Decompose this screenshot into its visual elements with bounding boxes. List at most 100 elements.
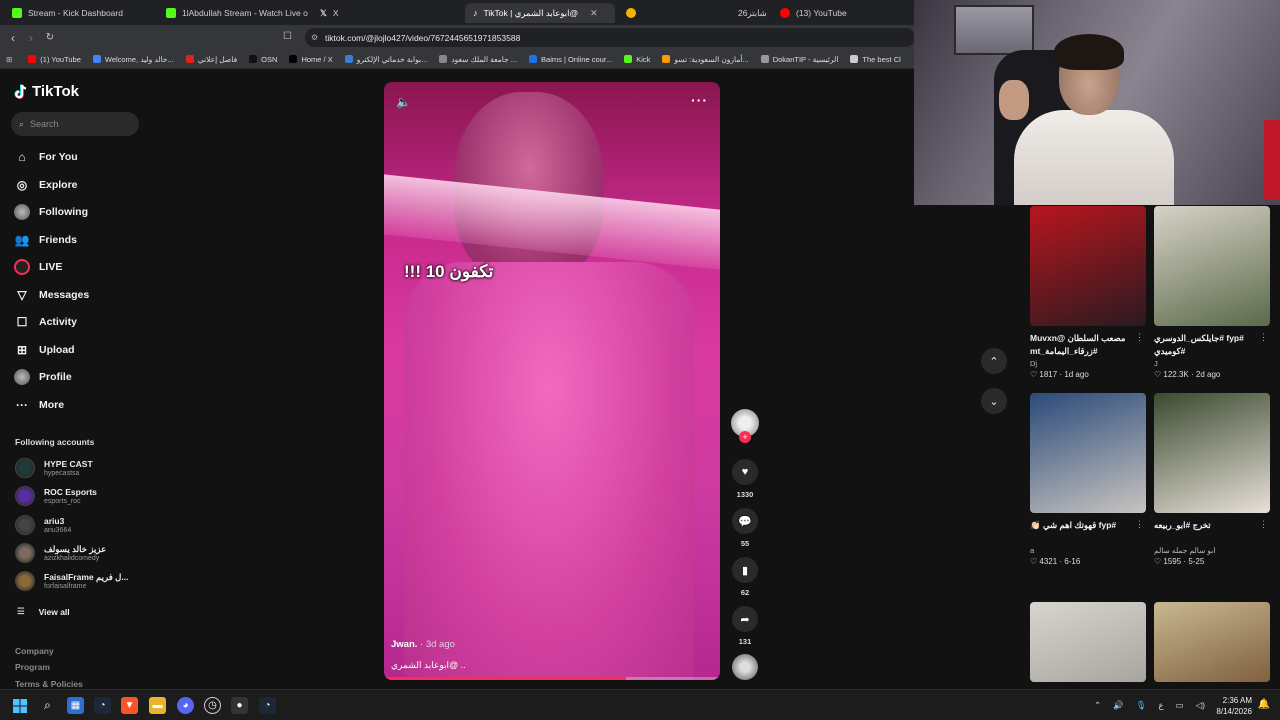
more-options-icon[interactable]: ··· [691,92,708,108]
video-card[interactable]: مصعب السلطان @Muvxn #زرقاء_اليمامة_mt ⋮ Dj… [1030,206,1146,379]
card-more-icon[interactable]: ⋮ [1135,332,1144,343]
footer-link-program[interactable]: Program [15,662,50,672]
bookmark-item[interactable]: (1) YouTube [22,55,87,64]
gallery-app-icon[interactable]: ▦ [67,697,84,714]
account-name: عزيز خالد يسولف [44,543,107,554]
video-thumbnail[interactable] [1154,206,1270,326]
bookmark-item[interactable]: بوابة خدماتي الإلكترو... [339,55,434,64]
reload-icon[interactable]: ↻ [43,32,57,43]
apps-grid-icon[interactable]: ⊞ [0,55,22,64]
tab-kick-stream[interactable]: 1lAbdullah Stream - Watch Live on K [158,3,308,23]
video-card[interactable]: #fyp قهوتك اهم شي 👏🏻 ⋮ a ♡ 4321 · 6-16 [1030,393,1146,566]
search-icon[interactable]: ⌕ [39,697,56,714]
volume-icon[interactable]: ◁) [1196,700,1205,711]
following-account[interactable]: ariu3 ariu3664 [15,515,71,535]
bookmark-icon[interactable]: ☐ [283,31,292,42]
steam-icon-2[interactable]: ◔ [259,697,276,714]
nav-item-explore[interactable]: ◎ Explore [14,177,78,193]
tab-youtube[interactable]: (13) YouTube [772,3,912,23]
nav-item-upload[interactable]: ⊞ Upload [14,342,75,358]
video-card[interactable]: #fyp #جايلكس_الدوسري #كوميدي ⋮ J ♡ 122.3K ·… [1154,206,1270,379]
bookmark-item[interactable]: OSN [243,55,283,64]
nav-item-following[interactable]: Following [14,204,88,220]
bookmark-item[interactable]: جامعة الملك سعود ... [433,55,523,64]
forward-icon[interactable]: › [24,31,38,45]
video-progress-bar[interactable] [384,677,720,680]
bookmark-item[interactable]: Home / X [283,55,338,64]
video-thumbnail[interactable] [1030,206,1146,326]
bookmark-item[interactable]: Baims | Online cour... [523,55,618,64]
video-card[interactable]: تخرج #ابو_ربيعه ⋮ ابو سالم جمله سالم ♡ 1595… [1154,393,1270,566]
tiktok-logo[interactable]: TikTok [14,83,79,100]
following-account[interactable]: HYPE CAST hypecastsa [15,458,93,478]
creator-avatar-button[interactable]: + [729,409,761,443]
steam-icon[interactable]: ◔ [94,697,111,714]
streamer-torso [1014,110,1174,205]
tab-chapter[interactable]: شابتر26 [730,3,772,23]
nav-item-live[interactable]: LIVE [14,259,62,275]
back-icon[interactable]: ‹ [6,31,20,45]
sound-disc-button[interactable] [729,654,761,680]
card-age: 5-25 [1188,557,1205,566]
save-button[interactable]: ▮ 62 [729,557,761,597]
bookmark-item[interactable]: Welcome, خالد وليد... [87,55,180,64]
windows-start-icon[interactable] [11,697,28,714]
video-author[interactable]: Jwan. · 3d ago [391,639,455,650]
language-indicator[interactable]: ع [1159,700,1164,711]
nav-item-profile[interactable]: Profile [14,369,72,385]
discord-icon[interactable]: ◕ [177,697,194,714]
network-icon[interactable]: ▭ [1176,700,1184,711]
next-video-button[interactable]: ⌄ [981,388,1007,414]
view-all-button[interactable]: ☰ View all [17,606,70,617]
comment-button[interactable]: 💬 55 [729,508,761,548]
volume-icon[interactable]: 🔈 [396,95,411,109]
obs-icon[interactable]: ● [231,697,248,714]
video-thumbnail[interactable] [1154,393,1270,513]
site-info-icon[interactable]: ⚙ [311,33,318,42]
search-input[interactable]: ⌕ Search [11,112,139,136]
system-clock[interactable]: 2:36 AM 8/14/2026 [1216,695,1252,717]
previous-video-button[interactable]: ⌃ [981,348,1007,374]
video-thumbnail[interactable] [1154,602,1270,682]
bookmark-item[interactable]: أمازون السعودية: تسو... [656,55,754,64]
following-account[interactable]: FaisalFrame ل فريم... forfaisalframe [15,571,128,591]
video-card[interactable] [1030,602,1146,682]
bookmark-item[interactable]: فاصل إعلاني [180,55,243,64]
video-card[interactable] [1154,602,1270,682]
video-thumbnail[interactable] [1030,602,1146,682]
card-more-icon[interactable]: ⋮ [1135,519,1144,530]
tab-tiktok[interactable]: ♪ TikTok | ابوعابد الشمري@ ✕ [465,3,615,23]
bookmark-item[interactable]: Kick [618,55,656,64]
tab-kick-dashboard[interactable]: Stream - Kick Dashboard [4,3,154,23]
nav-item-activity[interactable]: ☐ Activity [14,314,77,330]
card-more-icon[interactable]: ⋮ [1259,332,1268,343]
video-player[interactable]: 🔈 ··· تكفون 10 !!! Jwan. · 3d ago ابوعاب… [384,82,720,680]
footer-link-company[interactable]: Company [15,646,54,656]
nav-item-for-you[interactable]: ⌂ For You [14,149,77,165]
nav-item-more[interactable]: ··· More [14,397,64,413]
like-button[interactable]: ♥ 1330 [729,459,761,499]
following-account[interactable]: عزيز خالد يسولف azizkhalidcomedy [15,543,106,563]
nav-item-messages[interactable]: ▽ Messages [14,287,89,303]
notifications-icon[interactable]: 🔔 [1258,699,1270,710]
tab-x[interactable]: 𝕏 X [312,3,462,23]
microphone-icon[interactable]: 🎙 [1136,700,1147,711]
brave-browser-icon[interactable]: ▼ [121,697,138,714]
video-thumbnail[interactable] [1030,393,1146,513]
footer-link-terms[interactable]: Terms & Policies [15,679,83,689]
tray-overflow-icon[interactable]: ⌃ [1094,700,1101,711]
share-button[interactable]: ➦ 131 [729,606,761,646]
file-explorer-icon[interactable]: ▬ [149,697,166,714]
author-name: Jwan. [391,639,418,650]
bookmark-item[interactable]: The best Cl [844,55,906,64]
tab-pinned[interactable] [618,3,648,23]
following-account[interactable]: ROC Esports esports_roc [15,486,97,506]
follow-plus-icon[interactable]: + [739,431,751,443]
nav-item-friends[interactable]: 👥 Friends [14,232,77,248]
bookmark-item[interactable]: DokanTIP - الرئيسية [755,55,845,64]
speaker-icon[interactable]: 🔊 [1113,700,1124,711]
clock-app-icon[interactable]: ◷ [204,697,221,714]
close-tab-icon[interactable]: ✕ [590,8,598,19]
address-bar[interactable]: ⚙ tiktok.com/@jlojlo427/video/7672445651… [305,28,915,47]
card-more-icon[interactable]: ⋮ [1259,519,1268,530]
